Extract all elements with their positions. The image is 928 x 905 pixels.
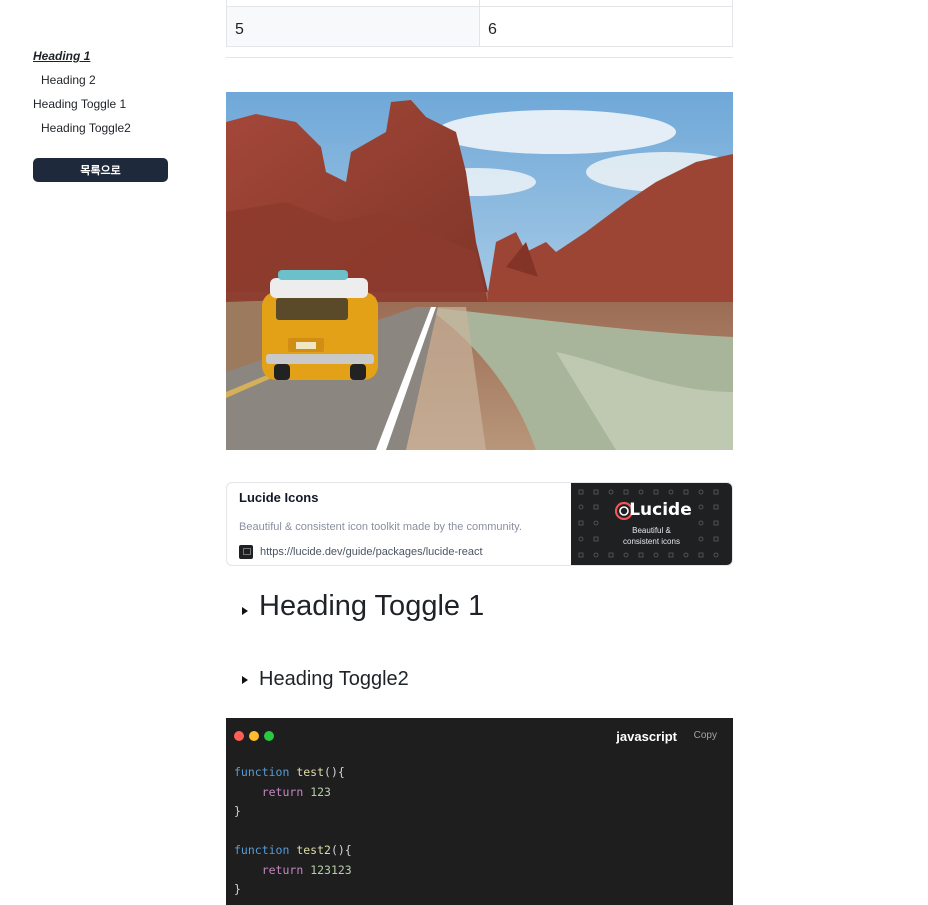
content-table: 5 6 <box>226 0 733 47</box>
code-number: 123 <box>310 784 331 799</box>
table-cell: 5 <box>226 6 480 47</box>
code-language-label: javascript <box>616 729 677 744</box>
close-dot-icon <box>234 731 244 741</box>
code-punctuation: (){ <box>330 843 352 857</box>
table-cell: 6 <box>479 6 733 47</box>
window-dots <box>234 731 274 741</box>
thumbnail-subtitle-line-1: Beautiful & <box>632 526 671 535</box>
bookmark-thumbnail: Lucide Beautiful & consistent icons <box>571 483 732 565</box>
heading-toggle-2[interactable]: Heading Toggle2 <box>242 668 409 691</box>
code-punctuation: } <box>234 882 241 896</box>
van <box>262 270 378 380</box>
toggle-triangle-icon[interactable] <box>242 606 248 615</box>
toc-item-heading-2[interactable]: Heading 2 <box>33 68 173 92</box>
heading-toggle-2-text: Heading Toggle2 <box>259 668 409 690</box>
code-function-name: test <box>296 765 325 779</box>
code-return-keyword: return <box>261 784 304 799</box>
bookmark-url: https://lucide.dev/guide/packages/lucide… <box>260 546 483 558</box>
toc-item-heading-toggle-1[interactable]: Heading Toggle 1 <box>33 92 173 116</box>
thumbnail-title: Lucide <box>629 500 692 520</box>
thumbnail-subtitle: Beautiful & consistent icons <box>571 525 732 547</box>
favicon-icon <box>239 545 253 559</box>
heading-toggle-1[interactable]: Heading Toggle 1 <box>242 590 484 623</box>
bookmark-url-row: https://lucide.dev/guide/packages/lucide… <box>239 545 483 559</box>
bookmark-title: Lucide Icons <box>239 490 319 505</box>
copy-code-button[interactable]: Copy <box>694 730 717 741</box>
divider <box>226 57 733 58</box>
code-content: function test(){ return 123 } function t… <box>234 763 352 900</box>
link-bookmark-card[interactable]: Lucide Icons Beautiful & consistent icon… <box>226 482 733 566</box>
toc-item-heading-toggle-2[interactable]: Heading Toggle2 <box>33 116 173 140</box>
code-keyword: function <box>234 765 290 779</box>
code-function-name: test2 <box>296 843 331 857</box>
back-to-list-button[interactable]: 목록으로 <box>33 158 168 182</box>
icon-grid-pattern <box>578 489 719 558</box>
heading-toggle-1-text: Heading Toggle 1 <box>259 590 485 622</box>
code-return-keyword: return <box>261 862 304 877</box>
code-punctuation: (){ <box>324 765 345 779</box>
table-of-contents: Heading 1 Heading 2 Heading Toggle 1 Hea… <box>33 44 173 140</box>
code-block: javascript Copy function test(){ return … <box>226 718 733 905</box>
bookmark-text: Lucide Icons Beautiful & consistent icon… <box>227 483 571 565</box>
table-row: 5 6 <box>226 6 733 47</box>
code-keyword: function <box>234 843 290 857</box>
maximize-dot-icon <box>264 731 274 741</box>
code-number: 123123 <box>310 862 352 877</box>
minimize-dot-icon <box>249 731 259 741</box>
code-punctuation: } <box>234 804 241 818</box>
desert-road-van-image <box>226 92 733 450</box>
toc-item-heading-1[interactable]: Heading 1 <box>33 44 173 68</box>
toggle-triangle-icon[interactable] <box>242 675 248 684</box>
thumbnail-subtitle-line-2: consistent icons <box>623 537 680 546</box>
bookmark-description: Beautiful & consistent icon toolkit made… <box>239 521 522 533</box>
